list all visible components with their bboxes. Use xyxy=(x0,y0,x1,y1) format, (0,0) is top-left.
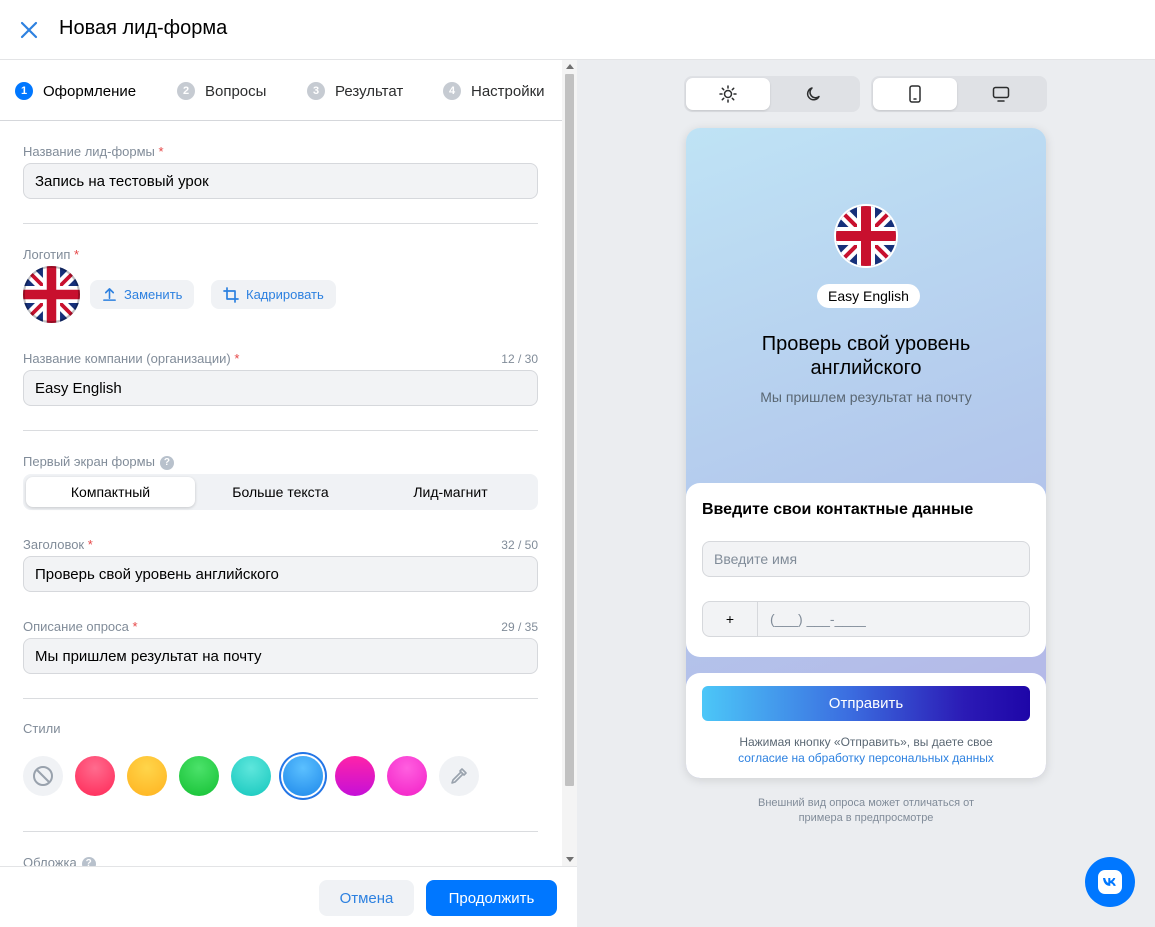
crop-icon xyxy=(223,286,239,303)
form-preview: Easy English Проверь свой уровень англий… xyxy=(686,128,1046,778)
heading-input[interactable]: Проверь свой уровень английского xyxy=(23,556,538,592)
help-icon[interactable]: ? xyxy=(159,455,174,470)
scrollbar[interactable] xyxy=(562,60,577,866)
logo-label: Логотип * xyxy=(23,247,80,262)
style-yellow-swatch[interactable] xyxy=(127,756,167,796)
preview-phone-input[interactable]: + (___) ___-____ xyxy=(702,601,1030,637)
description-label: Описание опроса * xyxy=(23,619,138,634)
vk-chat-button[interactable] xyxy=(1085,857,1135,907)
cover-label: Обложка? xyxy=(23,855,96,866)
form-editor: 1 Оформление 2 Вопросы 3 Результат 4 Нас… xyxy=(0,60,562,866)
vk-logo-icon xyxy=(1098,870,1122,894)
divider xyxy=(23,698,538,699)
heading-label: Заголовок * xyxy=(23,537,93,552)
none-icon xyxy=(33,766,53,786)
step-number: 4 xyxy=(443,82,461,100)
desktop-icon xyxy=(992,86,1010,102)
preview-name-input[interactable]: Введите имя xyxy=(702,541,1030,577)
style-none-swatch[interactable] xyxy=(23,756,63,796)
preview-note: Внешний вид опроса может отличаться от п… xyxy=(757,797,975,824)
help-icon[interactable]: ? xyxy=(81,856,96,866)
form-name-input[interactable]: Запись на тестовый урок xyxy=(23,163,538,199)
preview-logo xyxy=(834,204,898,268)
option-compact[interactable]: Компактный xyxy=(26,477,195,507)
divider xyxy=(23,831,538,832)
divider xyxy=(23,430,538,431)
step-result[interactable]: 3 Результат xyxy=(307,80,403,102)
preview-panel: Easy English Проверь свой уровень англий… xyxy=(577,60,1155,927)
company-counter: 12 / 30 xyxy=(501,352,538,366)
step-label: Оформление xyxy=(43,82,137,100)
header: Новая лид-форма xyxy=(0,0,1155,60)
cancel-button[interactable]: Отмена xyxy=(319,880,414,916)
step-label: Вопросы xyxy=(205,82,267,100)
replace-logo-button[interactable]: Заменить xyxy=(90,280,195,309)
first-screen-label: Первый экран формы? xyxy=(23,454,174,470)
divider xyxy=(23,223,538,224)
crop-logo-button[interactable]: Кадрировать xyxy=(211,280,336,309)
preview-consent: Нажимая кнопку «Отправить», вы даете сво… xyxy=(738,735,994,765)
theme-toggle xyxy=(684,76,860,112)
step-settings[interactable]: 4 Настройки xyxy=(443,80,545,102)
step-number: 2 xyxy=(177,82,195,100)
phone-prefix[interactable]: + xyxy=(703,602,758,636)
scroll-down-arrow[interactable] xyxy=(566,857,574,862)
preview-title: Проверь свой уровень английского xyxy=(761,333,971,379)
consent-link[interactable]: согласие на обработку персональных данны… xyxy=(738,751,994,765)
desktop-view-button[interactable] xyxy=(959,78,1043,110)
first-screen-selector: Компактный Больше текста Лид-магнит xyxy=(23,474,538,510)
company-label: Название компании (организации) * xyxy=(23,351,240,366)
close-icon[interactable] xyxy=(17,18,41,42)
preview-company-badge: Easy English xyxy=(817,284,920,308)
preview-description: Мы пришлем результат на почту xyxy=(760,389,972,405)
stepper: 1 Оформление 2 Вопросы 3 Результат 4 Нас… xyxy=(0,60,562,121)
device-toggle xyxy=(871,76,1047,112)
light-theme-button[interactable] xyxy=(686,78,770,110)
option-more-text[interactable]: Больше текста xyxy=(196,477,365,507)
continue-button[interactable]: Продолжить xyxy=(426,880,557,916)
scroll-up-arrow[interactable] xyxy=(566,64,574,69)
sun-icon xyxy=(719,85,737,103)
style-red-swatch[interactable] xyxy=(75,756,115,796)
upload-icon xyxy=(103,288,116,301)
step-label: Настройки xyxy=(471,82,545,100)
description-input[interactable]: Мы пришлем результат на почту xyxy=(23,638,538,674)
preview-contact-title: Введите свои контактные данные xyxy=(702,501,974,518)
phone-mask: (___) ___-____ xyxy=(770,611,866,627)
step-number: 1 xyxy=(15,82,33,100)
logo-image xyxy=(23,266,80,323)
dark-theme-button[interactable] xyxy=(772,78,856,110)
phone-icon xyxy=(909,85,921,103)
preview-submit-button[interactable]: Отправить xyxy=(702,686,1030,721)
styles-label: Стили xyxy=(23,721,61,736)
heading-counter: 32 / 50 xyxy=(501,538,538,552)
style-pink-swatch[interactable] xyxy=(387,756,427,796)
step-number: 3 xyxy=(307,82,325,100)
style-turquoise-swatch[interactable] xyxy=(231,756,271,796)
mobile-view-button[interactable] xyxy=(873,78,957,110)
eyedropper-icon xyxy=(451,768,467,784)
description-counter: 29 / 35 xyxy=(501,620,538,634)
option-lead-magnet[interactable]: Лид-магнит xyxy=(366,477,535,507)
company-input[interactable]: Easy English xyxy=(23,370,538,406)
step-label: Результат xyxy=(335,82,404,100)
page-title: Новая лид-форма xyxy=(59,17,228,39)
preview-submit-card: Отправить Нажимая кнопку «Отправить», вы… xyxy=(686,673,1046,778)
footer: Отмена Продолжить xyxy=(0,866,577,927)
preview-contact-card: Введите свои контактные данные Введите и… xyxy=(686,483,1046,657)
step-questions[interactable]: 2 Вопросы xyxy=(177,80,266,102)
scroll-thumb[interactable] xyxy=(565,74,574,786)
style-purple-swatch[interactable] xyxy=(335,756,375,796)
step-design[interactable]: 1 Оформление xyxy=(15,80,136,102)
style-green-swatch[interactable] xyxy=(179,756,219,796)
style-custom-swatch[interactable] xyxy=(439,756,479,796)
style-blue-swatch[interactable] xyxy=(283,756,323,796)
form-name-label: Название лид-формы * xyxy=(23,144,164,159)
moon-icon xyxy=(806,87,820,101)
